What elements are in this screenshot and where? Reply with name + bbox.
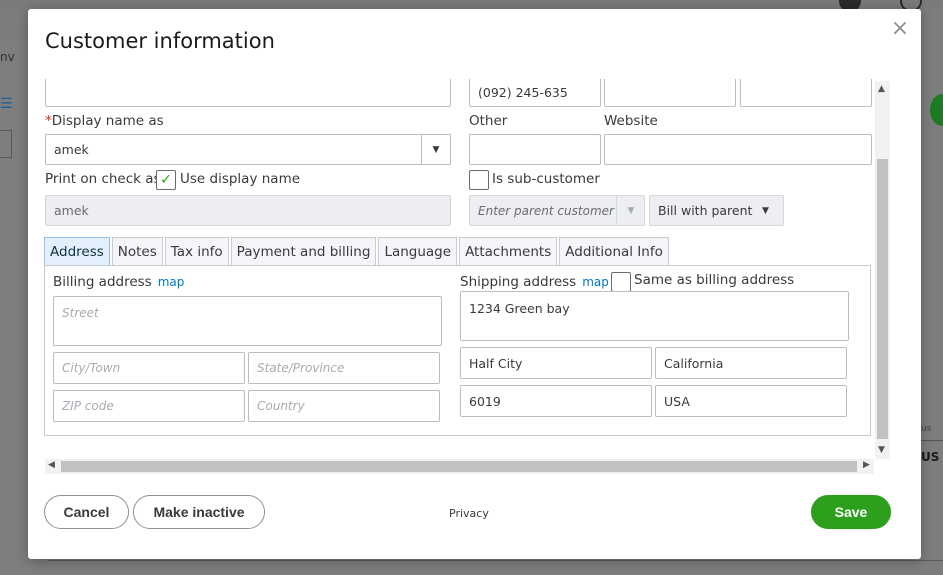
shipping-address-label: Shipping address map	[460, 274, 609, 290]
tab-address[interactable]: Address	[44, 237, 110, 265]
shipping-street-field[interactable]: 1234 Green bay	[460, 291, 849, 341]
close-icon[interactable]: ×	[890, 18, 910, 40]
scroll-down-icon[interactable]: ▼	[878, 445, 885, 455]
fax-field[interactable]	[740, 79, 872, 107]
is-sub-customer-label: Is sub-customer	[492, 171, 600, 187]
scroll-left-icon[interactable]: ◀	[48, 460, 55, 470]
bill-with-parent-select: Bill with parent ▼	[649, 195, 784, 226]
mobile-field[interactable]	[604, 79, 736, 107]
tab-bar: Address Notes Tax info Payment and billi…	[44, 237, 671, 265]
checkmark-icon: ✓	[160, 172, 172, 188]
make-inactive-button[interactable]: Make inactive	[133, 495, 265, 529]
billing-state-field[interactable]: State/Province	[248, 352, 440, 384]
save-button[interactable]: Save	[811, 495, 891, 529]
billing-map-link[interactable]: map	[158, 275, 185, 289]
chevron-down-icon[interactable]: ▼	[421, 135, 450, 164]
bill-with-parent-value: Bill with parent	[658, 203, 753, 218]
tab-payment-and-billing[interactable]: Payment and billing	[230, 237, 377, 265]
customer-information-modal: Customer information × (092) 245-635 *Di…	[28, 9, 921, 559]
shipping-city-field[interactable]: Half City	[460, 347, 652, 379]
tab-language[interactable]: Language	[378, 237, 458, 265]
tab-additional-info[interactable]: Additional Info	[559, 237, 669, 265]
address-tab-panel: Billing address map Street City/Town Stat…	[44, 265, 871, 436]
background-left-box	[0, 130, 12, 158]
chevron-down-icon: ▼	[762, 205, 769, 216]
same-as-billing-label: Same as billing address	[634, 272, 795, 288]
website-label: Website	[604, 113, 658, 129]
background-left-strip	[0, 40, 30, 575]
background-table-grid	[48, 560, 943, 575]
background-topbar	[0, 0, 943, 8]
vertical-scrollbar[interactable]: ▲ ▼	[875, 81, 890, 459]
use-display-name-label: Use display name	[180, 171, 301, 187]
billing-address-label-text: Billing address	[53, 274, 152, 290]
modal-title: Customer information	[45, 29, 275, 53]
same-as-billing-checkbox[interactable]	[611, 272, 631, 292]
billing-street-field[interactable]: Street	[53, 296, 442, 346]
tab-tax-info[interactable]: Tax info	[164, 237, 229, 265]
tab-notes[interactable]: Notes	[111, 237, 163, 265]
parent-customer-select: Enter parent customer ▼	[469, 195, 645, 226]
use-display-name-checkbox[interactable]: ✓	[156, 170, 176, 190]
shipping-country-field[interactable]: USA	[655, 385, 847, 417]
billing-zip-field[interactable]: ZIP code	[53, 390, 245, 422]
shipping-map-link[interactable]: map	[582, 275, 609, 289]
display-name-value: amek	[54, 142, 89, 157]
parent-customer-placeholder: Enter parent customer	[478, 203, 614, 218]
print-on-check-field: amek	[45, 195, 451, 226]
privacy-link[interactable]: Privacy	[449, 507, 489, 520]
phone-field[interactable]: (092) 245-635	[469, 79, 601, 107]
background-right-label: US	[921, 450, 940, 464]
billing-address-label: Billing address map	[53, 274, 184, 290]
scroll-up-icon[interactable]: ▲	[878, 84, 885, 94]
shipping-zip-field[interactable]: 6019	[460, 385, 652, 417]
other-label: Other	[469, 113, 508, 129]
background-back-icon: ☰	[0, 96, 13, 112]
billing-country-field[interactable]: Country	[248, 390, 440, 422]
shipping-address-label-text: Shipping address	[460, 274, 577, 290]
background-right-divider	[921, 440, 943, 441]
other-field[interactable]	[469, 134, 601, 165]
print-on-check-label: Print on check as	[45, 171, 161, 187]
cancel-button[interactable]: Cancel	[44, 495, 129, 529]
shipping-state-field[interactable]: California	[655, 347, 847, 379]
display-name-label: *Display name as	[45, 113, 164, 129]
display-name-label-text: Display name as	[51, 113, 164, 129]
chevron-down-icon: ▼	[616, 196, 644, 225]
horizontal-scroll-thumb[interactable]	[61, 461, 857, 472]
background-left-text: nv	[0, 50, 15, 64]
vertical-scroll-thumb[interactable]	[877, 159, 888, 439]
background-green-button	[930, 94, 943, 126]
form-scroll-area: (092) 245-635 *Display name as amek ▼ Ot…	[44, 79, 891, 451]
is-sub-customer-checkbox[interactable]	[469, 170, 489, 190]
website-field[interactable]	[604, 134, 872, 165]
required-asterisk: *	[45, 113, 52, 129]
background-right-small-text: us	[921, 424, 932, 434]
name-field-top[interactable]	[45, 79, 451, 107]
horizontal-scrollbar[interactable]: ◀ ▶	[45, 459, 874, 474]
display-name-select[interactable]: amek ▼	[45, 134, 451, 165]
scroll-right-icon[interactable]: ▶	[863, 460, 870, 470]
tab-attachments[interactable]: Attachments	[459, 237, 558, 265]
billing-city-field[interactable]: City/Town	[53, 352, 245, 384]
